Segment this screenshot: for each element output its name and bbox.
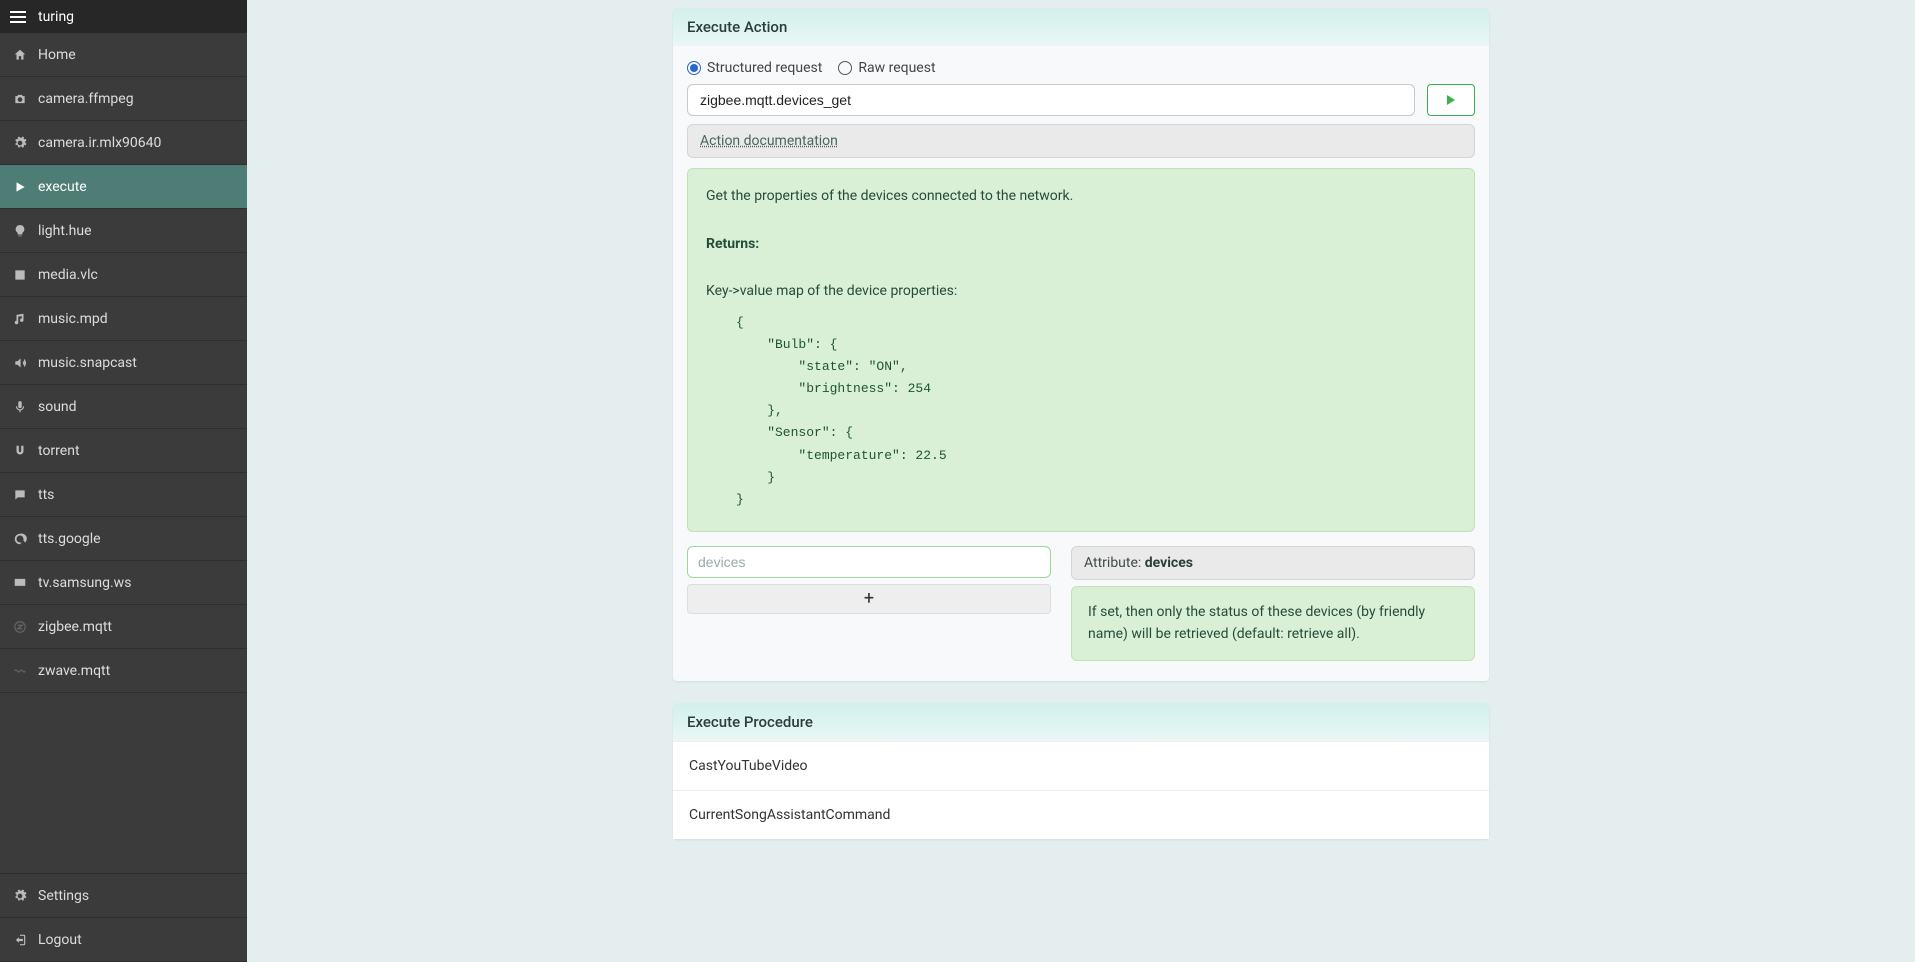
sidebar-items: Home camera.ffmpeg camera.ir.mlx90640 execu… — [0, 33, 247, 873]
radio-structured-label: Structured request — [707, 60, 822, 76]
sidebar-footer-item-Settings[interactable]: Settings — [0, 874, 247, 918]
attribute-add-button[interactable]: + — [687, 584, 1051, 614]
gear-icon — [12, 135, 28, 151]
sidebar-item-torrent[interactable]: torrent — [0, 429, 247, 473]
radio-raw[interactable]: Raw request — [838, 60, 935, 76]
sidebar-item-label: sound — [38, 399, 77, 415]
sidebar-item-label: Settings — [38, 888, 89, 904]
magnet-icon — [12, 443, 28, 459]
sidebar-item-label: light.hue — [38, 223, 92, 239]
attribute-desc: If set, then only the status of these de… — [1071, 586, 1475, 661]
sidebar-item-label: Logout — [38, 932, 82, 948]
sidebar-item-label: music.snapcast — [38, 355, 137, 371]
attribute-label: Attribute: devices — [1071, 546, 1475, 580]
sidebar-item-label: zwave.mqtt — [38, 663, 110, 679]
play-icon — [12, 179, 28, 195]
sidebar-item-music-snapcast[interactable]: music.snapcast — [0, 341, 247, 385]
gear-icon — [12, 888, 28, 904]
sidebar-item-tts[interactable]: tts — [0, 473, 247, 517]
doc-summary-bar[interactable]: Action documentation — [687, 124, 1475, 158]
logout-icon — [12, 932, 28, 948]
radio-dot-icon — [838, 61, 852, 75]
mic-icon — [12, 399, 28, 415]
sidebar-item-label: Home — [38, 47, 76, 63]
sidebar-item-label: tv.samsung.ws — [38, 575, 131, 591]
main-content: Execute Action Structured request Raw re… — [247, 0, 1915, 962]
execute-procedure-title: Execute Procedure — [673, 703, 1489, 741]
doc-returns-example: { "Bulb": { "state": "ON", "brightness":… — [736, 312, 1456, 511]
sidebar-item-label: camera.ffmpeg — [38, 91, 134, 107]
sidebar-item-label: music.mpd — [38, 311, 108, 327]
procedure-item[interactable]: CastYouTubeVideo — [673, 741, 1489, 790]
sidebar: turing Home camera.ffmpeg camera.ir.mlx906… — [0, 0, 247, 962]
sidebar-item-sound[interactable]: sound — [0, 385, 247, 429]
request-type-row: Structured request Raw request — [687, 60, 1475, 76]
sidebar-item-label: torrent — [38, 443, 80, 459]
music-icon — [12, 311, 28, 327]
sidebar-item-label: tts.google — [38, 531, 101, 547]
sidebar-item-label: tts — [38, 487, 54, 503]
sidebar-item-tts-google[interactable]: tts.google — [0, 517, 247, 561]
attribute-left: + — [687, 546, 1051, 614]
home-icon — [12, 47, 28, 63]
sidebar-item-media-vlc[interactable]: media.vlc — [0, 253, 247, 297]
sidebar-title: turing — [38, 9, 74, 25]
doc-link[interactable]: Action documentation — [700, 133, 838, 149]
plus-icon: + — [864, 588, 874, 609]
attribute-input[interactable] — [687, 546, 1051, 578]
execute-action-panel: Execute Action Structured request Raw re… — [673, 8, 1489, 681]
procedure-item[interactable]: CurrentSongAssistantCommand — [673, 790, 1489, 839]
sidebar-item-Home[interactable]: Home — [0, 33, 247, 77]
sidebar-header: turing — [0, 0, 247, 33]
attribute-row: + Attribute: devices If set, then only t… — [687, 546, 1475, 661]
film-icon — [12, 267, 28, 283]
radio-structured[interactable]: Structured request — [687, 60, 822, 76]
sidebar-item-label: zigbee.mqtt — [38, 619, 112, 635]
sidebar-item-label: execute — [38, 179, 87, 195]
execute-procedure-panel: Execute Procedure CastYouTubeVideoCurren… — [673, 703, 1489, 839]
volume-icon — [12, 355, 28, 371]
doc-returns-label: Returns: — [706, 236, 759, 252]
wave-icon — [12, 663, 28, 679]
radio-raw-label: Raw request — [858, 60, 935, 76]
execute-action-body: Structured request Raw request Action do… — [673, 46, 1489, 681]
zigbee-icon — [12, 619, 28, 635]
attribute-label-prefix: Attribute: — [1084, 555, 1145, 571]
hamburger-icon[interactable] — [10, 11, 26, 23]
attribute-name: devices — [1145, 555, 1193, 571]
sidebar-item-light-hue[interactable]: light.hue — [0, 209, 247, 253]
execute-action-title: Execute Action — [673, 8, 1489, 46]
request-type-group: Structured request Raw request — [687, 60, 936, 76]
action-input[interactable] — [687, 84, 1415, 116]
procedure-list: CastYouTubeVideoCurrentSongAssistantComm… — [673, 741, 1489, 839]
doc-returns-desc: Key->value map of the device properties: — [706, 280, 1456, 304]
sidebar-item-music-mpd[interactable]: music.mpd — [0, 297, 247, 341]
sidebar-footer-item-Logout[interactable]: Logout — [0, 918, 247, 962]
sidebar-item-label: camera.ir.mlx90640 — [38, 135, 161, 151]
doc-intro: Get the properties of the devices connec… — [706, 185, 1456, 209]
camera-icon — [12, 91, 28, 107]
doc-box: Get the properties of the devices connec… — [687, 168, 1475, 532]
chat-icon — [12, 487, 28, 503]
sidebar-item-camera-ffmpeg[interactable]: camera.ffmpeg — [0, 77, 247, 121]
play-icon — [1447, 95, 1455, 105]
tv-icon — [12, 575, 28, 591]
sidebar-item-camera-ir-mlx90640[interactable]: camera.ir.mlx90640 — [0, 121, 247, 165]
sidebar-item-zwave-mqtt[interactable]: zwave.mqtt — [0, 649, 247, 693]
run-button[interactable] — [1427, 84, 1475, 116]
bulb-icon — [12, 223, 28, 239]
radio-dot-icon — [687, 61, 701, 75]
speech-icon — [12, 531, 28, 547]
sidebar-item-zigbee-mqtt[interactable]: zigbee.mqtt — [0, 605, 247, 649]
sidebar-footer: Settings Logout — [0, 873, 247, 962]
sidebar-item-tv-samsung-ws[interactable]: tv.samsung.ws — [0, 561, 247, 605]
sidebar-item-execute[interactable]: execute — [0, 165, 247, 209]
action-input-row — [687, 84, 1475, 116]
attribute-right: Attribute: devices If set, then only the… — [1071, 546, 1475, 661]
sidebar-item-label: media.vlc — [38, 267, 98, 283]
